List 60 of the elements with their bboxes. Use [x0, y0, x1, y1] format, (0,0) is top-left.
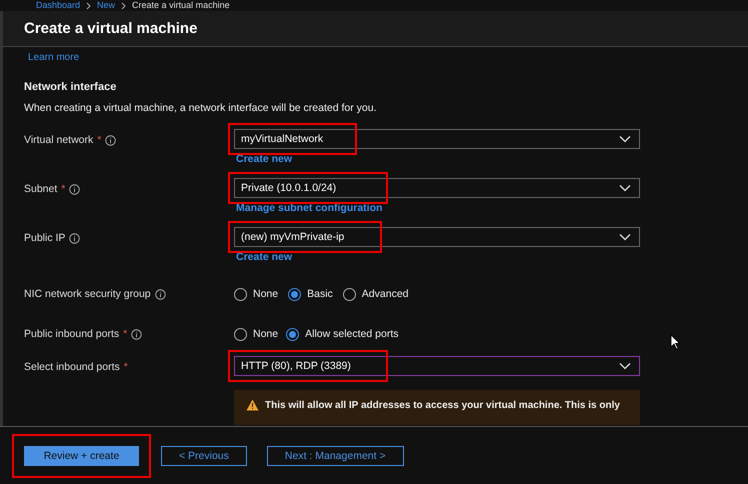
dropdown-value: HTTP (80), RDP (3389): [241, 360, 351, 372]
field-label: Public inbound ports: [24, 328, 120, 340]
link[interactable]: Create new: [236, 251, 292, 263]
info-icon[interactable]: [69, 184, 80, 194]
footer-button[interactable]: < Previous: [161, 446, 247, 466]
link[interactable]: Manage subnet configuration: [236, 202, 382, 214]
chevron-right-icon: [86, 2, 92, 10]
chevron-down-icon: [619, 135, 631, 143]
required-asterisk: *: [124, 361, 128, 373]
chevron-down-icon: [619, 233, 631, 241]
radio-label: Allow selected ports: [305, 328, 398, 340]
dropdown[interactable]: Private (10.0.1.0/24): [234, 178, 640, 198]
breadcrumb-link[interactable]: Create a virtual machine: [132, 0, 230, 11]
radio-button[interactable]: [286, 328, 300, 340]
radio-label: Basic: [307, 288, 333, 300]
footer-button[interactable]: Review + create: [24, 446, 139, 466]
dropdown[interactable]: HTTP (80), RDP (3389): [234, 356, 640, 376]
info-icon[interactable]: [131, 328, 142, 340]
footer-button[interactable]: Next : Management >: [266, 446, 404, 466]
section-description: When creating a virtual machine, a network interface will be created for you.: [24, 102, 378, 114]
chevron-down-icon: [619, 184, 631, 192]
warning-icon: [246, 399, 259, 411]
field-label: Virtual network: [24, 134, 94, 146]
dropdown[interactable]: (new) myVmPrivate-ip: [234, 227, 640, 247]
radio-label: None: [253, 328, 278, 340]
breadcrumb-link[interactable]: New: [97, 0, 116, 11]
warning-text: This will allow all IP addresses to access your virtual machine. This is only: [265, 400, 620, 410]
required-asterisk: *: [123, 328, 128, 340]
field-label: Public IP: [24, 232, 66, 244]
dropdown[interactable]: myVirtualNetwork: [234, 129, 640, 149]
field-label: Select inbound ports: [24, 361, 120, 373]
learn-more-link[interactable]: Learn more: [28, 52, 80, 63]
field-label: NIC network security group: [24, 288, 151, 300]
radio-option[interactable]: Advanced: [342, 288, 408, 300]
info-icon[interactable]: [69, 232, 80, 244]
dropdown-value: (new) myVmPrivate-ip: [241, 231, 344, 243]
breadcrumb-link[interactable]: Dashboard: [36, 0, 80, 11]
dropdown-value: Private (10.0.1.0/24): [241, 182, 336, 194]
radio-option[interactable]: Allow selected ports: [282, 320, 408, 348]
mouse-cursor-icon: [670, 334, 681, 350]
required-asterisk: *: [61, 183, 66, 195]
radio-label: None: [253, 288, 278, 300]
radio-option[interactable]: None: [234, 328, 278, 340]
chevron-down-icon: [619, 362, 631, 370]
info-icon[interactable]: [154, 288, 166, 300]
info-icon[interactable]: [105, 134, 116, 146]
field-label: Subnet: [24, 183, 58, 195]
window-title: Create a virtual machine: [24, 20, 198, 37]
dropdown-value: myVirtualNetwork: [241, 133, 324, 145]
radio-button[interactable]: [288, 288, 302, 300]
chevron-right-icon: [121, 2, 126, 10]
link[interactable]: Create new: [236, 153, 292, 165]
radio-button[interactable]: [234, 288, 247, 300]
radio-option[interactable]: Basic: [288, 288, 333, 300]
required-asterisk: *: [97, 134, 102, 146]
radio-option[interactable]: None: [234, 288, 278, 300]
radio-button[interactable]: [342, 288, 356, 300]
radio-button[interactable]: [234, 328, 247, 340]
radio-label: Advanced: [362, 288, 408, 300]
section-heading: Network interface: [24, 81, 118, 93]
